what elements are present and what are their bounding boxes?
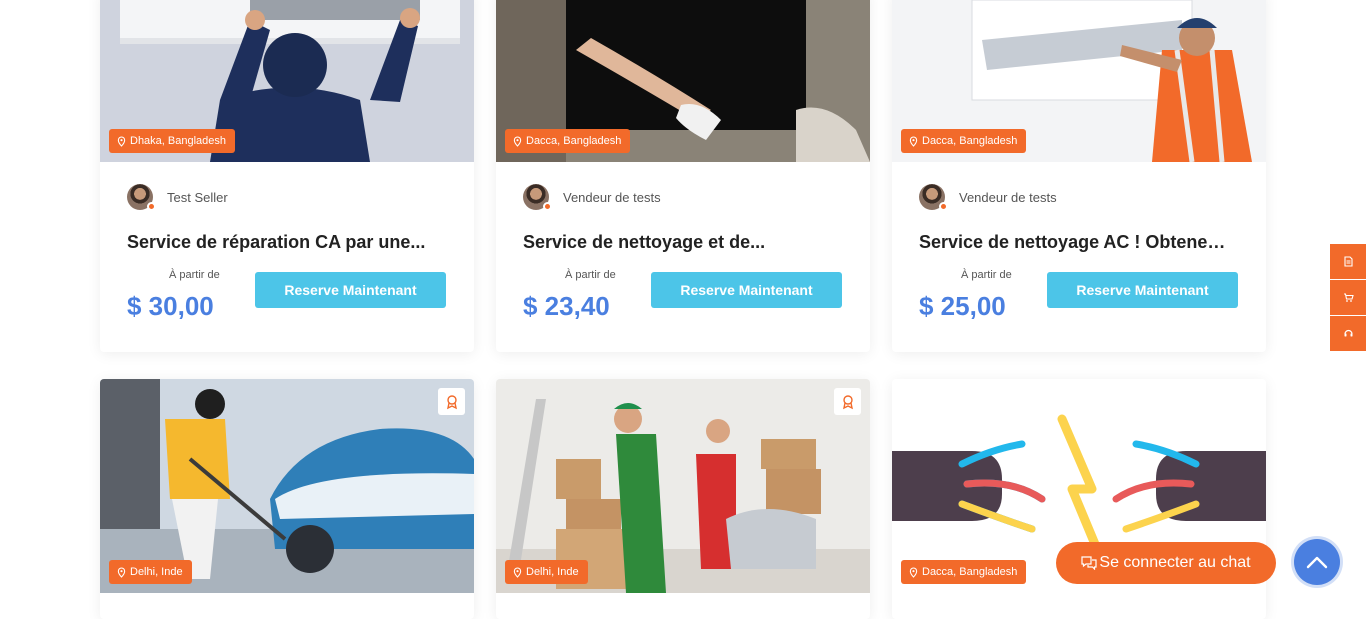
service-card[interactable]: Dhaka, Bangladesh Test Seller Service de… (100, 0, 474, 352)
service-image[interactable]: Dacca, Bangladesh (892, 0, 1266, 162)
featured-badge[interactable] (438, 388, 465, 415)
map-pin-icon (909, 566, 918, 578)
map-pin-icon (117, 135, 126, 147)
chat-icon (1081, 556, 1097, 570)
location-badge: Dacca, Bangladesh (505, 129, 631, 153)
reserve-button[interactable]: Reserve Maintenant (255, 272, 446, 308)
service-title[interactable]: Service de nettoyage AC ! Obtenez... (919, 232, 1229, 253)
cart-icon (1343, 293, 1354, 302)
price-value: $ 23,40 (523, 291, 610, 321)
price-row: À partir de $ 25,00 Reserve Maintenant (919, 269, 1239, 329)
side-support-button[interactable] (1330, 316, 1366, 351)
location-text: Dacca, Bangladesh (922, 135, 1018, 147)
location-badge: Dacca, Bangladesh (901, 129, 1027, 153)
service-card[interactable]: Delhi, Inde (496, 379, 870, 619)
chevron-up-icon (1306, 556, 1328, 569)
location-text: Delhi, Inde (526, 566, 579, 578)
status-dot (147, 202, 156, 211)
reserve-button[interactable]: Reserve Maintenant (1047, 272, 1238, 308)
price-row: À partir de $ 30,00 Reserve Maintenant (127, 269, 447, 329)
price-row: À partir de $ 23,40 Reserve Maintenant (523, 269, 843, 329)
status-dot (543, 202, 552, 211)
price-from-label: À partir de (565, 269, 616, 281)
side-document-button[interactable] (1330, 244, 1366, 279)
location-text: Dacca, Bangladesh (922, 566, 1018, 578)
map-pin-icon (117, 566, 126, 578)
featured-badge[interactable] (834, 388, 861, 415)
service-image[interactable]: Delhi, Inde (496, 379, 870, 593)
service-image[interactable]: Dhaka, Bangladesh (100, 0, 474, 162)
seller-name[interactable]: Vendeur de tests (563, 190, 661, 205)
location-badge: Dacca, Bangladesh (901, 560, 1027, 584)
side-cart-button[interactable] (1330, 280, 1366, 315)
seller-info[interactable]: Vendeur de tests (523, 184, 843, 211)
status-dot (939, 202, 948, 211)
seller-name[interactable]: Test Seller (167, 190, 228, 205)
location-badge: Dhaka, Bangladesh (109, 129, 236, 153)
award-icon (842, 394, 853, 409)
service-card[interactable]: Dacca, Bangladesh Vendeur de tests Servi… (892, 0, 1266, 352)
seller-info[interactable]: Vendeur de tests (919, 184, 1239, 211)
map-pin-icon (909, 135, 918, 147)
location-text: Dacca, Bangladesh (526, 135, 622, 147)
seller-name[interactable]: Vendeur de tests (959, 190, 1057, 205)
location-text: Dhaka, Bangladesh (130, 135, 227, 147)
award-icon (446, 394, 457, 409)
document-icon (1343, 256, 1353, 267)
price-from-label: À partir de (169, 269, 220, 281)
map-pin-icon (513, 566, 522, 578)
service-card[interactable]: Dacca, Bangladesh Vendeur de tests Servi… (496, 0, 870, 352)
chat-button[interactable]: Se connecter au chat (1056, 542, 1276, 584)
avatar[interactable] (919, 184, 948, 211)
location-badge: Delhi, Inde (109, 560, 192, 584)
avatar[interactable] (127, 184, 156, 211)
service-image[interactable]: Delhi, Inde (100, 379, 474, 593)
service-card[interactable]: Delhi, Inde (100, 379, 474, 619)
location-badge: Delhi, Inde (505, 560, 588, 584)
chat-label: Se connecter au chat (1099, 554, 1251, 571)
map-pin-icon (513, 135, 522, 147)
price-from-label: À partir de (961, 269, 1012, 281)
support-icon (1343, 329, 1353, 337)
price-value: $ 25,00 (919, 291, 1006, 321)
price-value: $ 30,00 (127, 291, 214, 321)
side-toolbar (1330, 244, 1366, 352)
scroll-top-button[interactable] (1294, 539, 1340, 585)
location-text: Delhi, Inde (130, 566, 183, 578)
service-image[interactable]: Dacca, Bangladesh (496, 0, 870, 162)
reserve-button[interactable]: Reserve Maintenant (651, 272, 842, 308)
service-title[interactable]: Service de nettoyage et de... (523, 232, 833, 253)
avatar[interactable] (523, 184, 552, 211)
service-title[interactable]: Service de réparation CA par une... (127, 232, 437, 253)
seller-info[interactable]: Test Seller (127, 184, 447, 211)
